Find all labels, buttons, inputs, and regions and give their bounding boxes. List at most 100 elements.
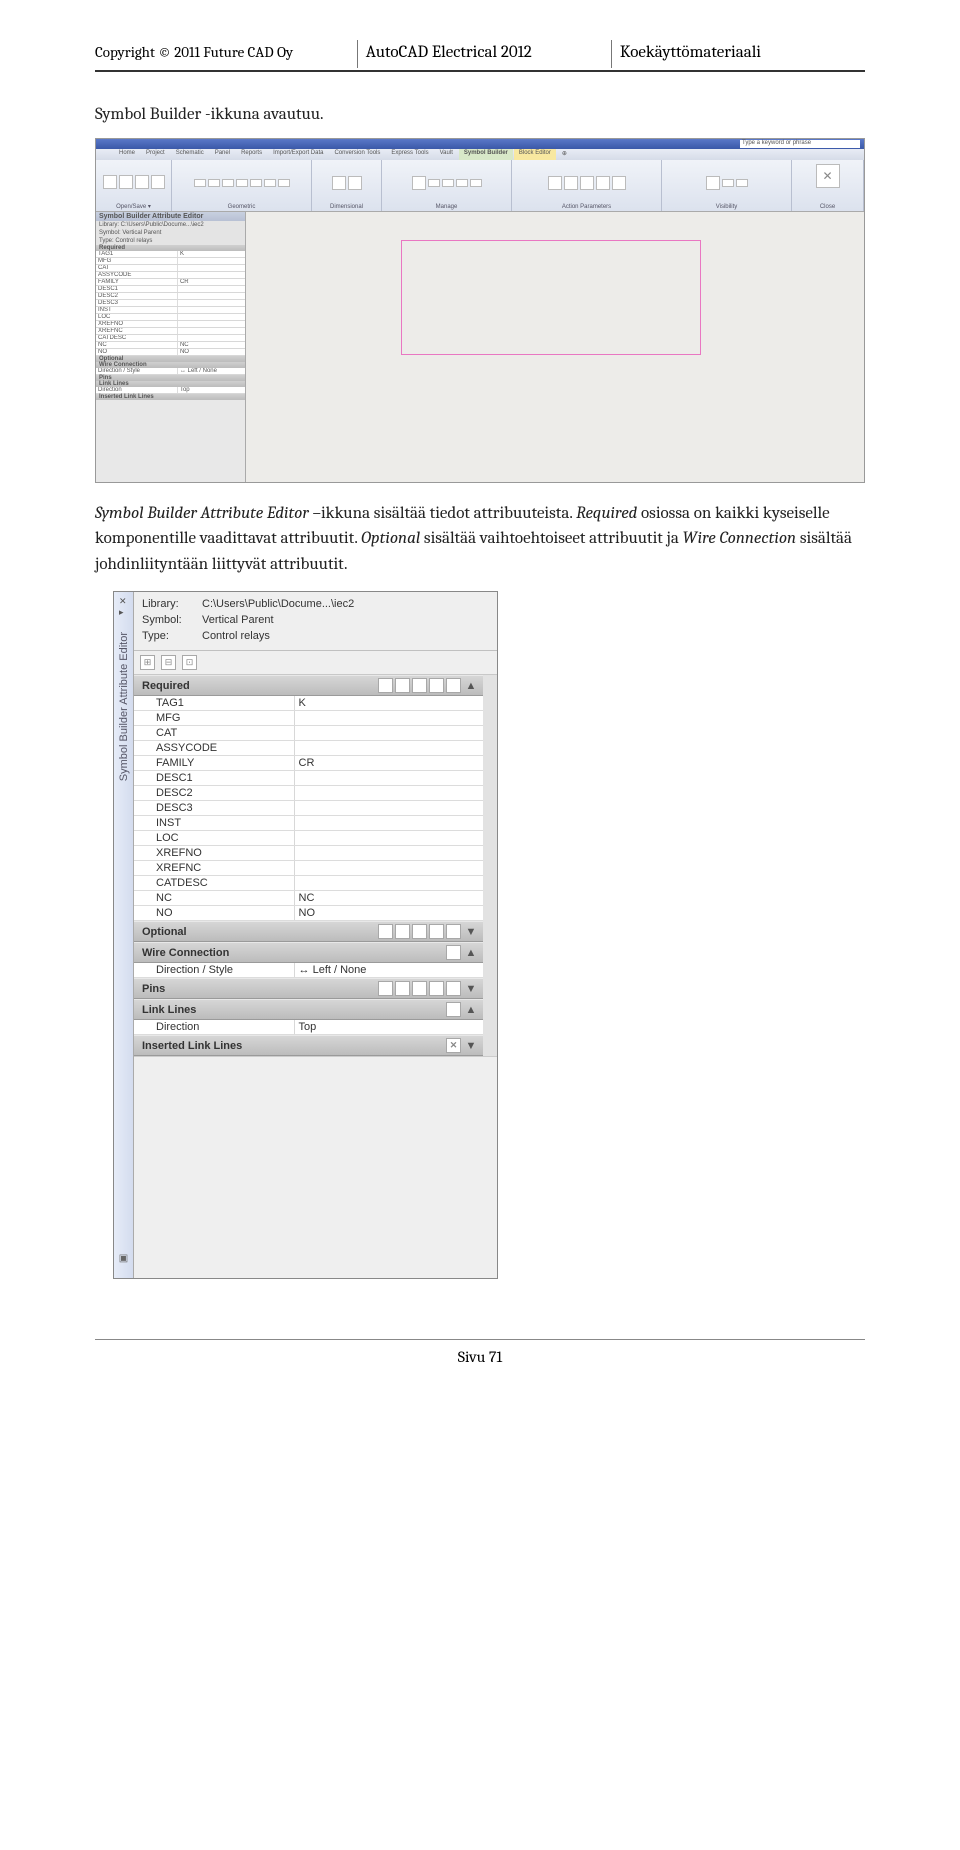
- toolbar-icon[interactable]: ⊡: [182, 655, 197, 670]
- tab-conversion[interactable]: Conversion Tools: [329, 149, 385, 160]
- ribbon-icon[interactable]: [348, 176, 362, 190]
- toolbar-icon[interactable]: ⊟: [161, 655, 176, 670]
- ribbon-tabs[interactable]: Home Project Schematic Panel Reports Imp…: [96, 149, 864, 160]
- palette-row[interactable]: NCNC: [96, 342, 245, 349]
- expand-arrow-icon[interactable]: ▼: [465, 926, 477, 938]
- attr-value[interactable]: [178, 272, 245, 278]
- close-icon[interactable]: ✕▸: [119, 596, 127, 618]
- attribute-row[interactable]: NONO: [134, 906, 483, 921]
- attribute-row[interactable]: DESC2: [134, 786, 483, 801]
- attr-value[interactable]: CR: [295, 756, 483, 770]
- attr-value[interactable]: [295, 846, 483, 860]
- section-tool-icon[interactable]: [429, 924, 444, 939]
- close-block-editor-icon[interactable]: ✕: [816, 164, 840, 188]
- section-tool-icon[interactable]: [446, 981, 461, 996]
- tab-home[interactable]: Home: [114, 149, 140, 160]
- attr-value[interactable]: K: [295, 696, 483, 710]
- attribute-row[interactable]: CATDESC: [134, 876, 483, 891]
- tab-overflow[interactable]: ⊕: [557, 149, 572, 160]
- drawing-canvas[interactable]: [246, 212, 864, 483]
- ribbon-icon[interactable]: [580, 176, 594, 190]
- palette-link-v[interactable]: Top: [178, 387, 245, 393]
- tab-project[interactable]: Project: [141, 149, 170, 160]
- collapse-arrow-icon[interactable]: ▲: [465, 680, 477, 692]
- attribute-row[interactable]: XREFNC: [134, 861, 483, 876]
- collapse-arrow-icon[interactable]: ▲: [465, 1004, 477, 1016]
- ribbon-icon[interactable]: [250, 179, 262, 187]
- palette-row[interactable]: TAG1K: [96, 251, 245, 258]
- section-link-lines[interactable]: Link Lines ▲: [134, 999, 483, 1020]
- palette-wire-v[interactable]: ↔ Left / None: [178, 368, 245, 374]
- attr-value[interactable]: [295, 816, 483, 830]
- attr-value[interactable]: [178, 335, 245, 341]
- ribbon-icon[interactable]: [412, 176, 426, 190]
- ribbon-icon[interactable]: [442, 179, 454, 187]
- section-tool-icon[interactable]: [429, 678, 444, 693]
- attribute-row[interactable]: DESC3: [134, 801, 483, 816]
- section-tool-icon[interactable]: [395, 924, 410, 939]
- section-pins[interactable]: Pins ▼: [134, 978, 483, 999]
- section-tool-icon[interactable]: [378, 981, 393, 996]
- link-direction-row[interactable]: Direction Top: [134, 1020, 483, 1035]
- attr-value[interactable]: [178, 300, 245, 306]
- attr-value[interactable]: [178, 293, 245, 299]
- ribbon-icon[interactable]: [428, 179, 440, 187]
- tab-block-editor[interactable]: Block Editor: [514, 149, 556, 160]
- palette-row[interactable]: XREFNO: [96, 321, 245, 328]
- ribbon-icon[interactable]: [222, 179, 234, 187]
- attr-value[interactable]: [295, 741, 483, 755]
- attr-value[interactable]: K: [178, 251, 245, 257]
- ribbon-icon[interactable]: [456, 179, 468, 187]
- toolbar-icon[interactable]: ⊞: [140, 655, 155, 670]
- attr-value[interactable]: NO: [178, 349, 245, 355]
- palette-row[interactable]: FAMILYCR: [96, 279, 245, 286]
- ribbon-icon[interactable]: [722, 179, 734, 187]
- ribbon-icon[interactable]: [135, 175, 149, 189]
- attribute-row[interactable]: DESC1: [134, 771, 483, 786]
- ribbon-icon[interactable]: [119, 175, 133, 189]
- palette-row[interactable]: DESC3: [96, 300, 245, 307]
- attr-value[interactable]: [178, 314, 245, 320]
- attribute-row[interactable]: TAG1K: [134, 696, 483, 711]
- attr-value[interactable]: NC: [295, 891, 483, 905]
- ribbon-icon[interactable]: [706, 176, 720, 190]
- attr-value[interactable]: [178, 265, 245, 271]
- section-tool-icon[interactable]: [412, 678, 427, 693]
- ribbon-icon[interactable]: [612, 176, 626, 190]
- section-tool-icon[interactable]: [412, 981, 427, 996]
- attribute-row[interactable]: MFG: [134, 711, 483, 726]
- attr-value[interactable]: [178, 258, 245, 264]
- ribbon-icon[interactable]: [103, 175, 117, 189]
- link-direction-value[interactable]: Top: [295, 1020, 483, 1034]
- section-tool-icon[interactable]: [446, 945, 461, 960]
- attr-value[interactable]: [295, 876, 483, 890]
- section-tool-icon[interactable]: [446, 678, 461, 693]
- expand-arrow-icon[interactable]: ▼: [465, 1040, 477, 1052]
- ribbon-icon[interactable]: [470, 179, 482, 187]
- tab-reports[interactable]: Reports: [236, 149, 267, 160]
- attr-value[interactable]: [295, 801, 483, 815]
- wire-direction-row[interactable]: Direction / Style ↔ Left / None: [134, 963, 483, 978]
- attr-value[interactable]: [295, 786, 483, 800]
- tab-vault[interactable]: Vault: [435, 149, 458, 160]
- attr-value[interactable]: [295, 861, 483, 875]
- attr-value[interactable]: [178, 307, 245, 313]
- attribute-row[interactable]: INST: [134, 816, 483, 831]
- tab-import-export[interactable]: Import/Export Data: [268, 149, 328, 160]
- attribute-row[interactable]: XREFNO: [134, 846, 483, 861]
- ribbon-icon[interactable]: [151, 175, 165, 189]
- section-tool-icon[interactable]: [378, 924, 393, 939]
- ribbon-icon[interactable]: [208, 179, 220, 187]
- section-required[interactable]: Required ▲: [134, 675, 483, 696]
- tab-panel[interactable]: Panel: [210, 149, 235, 160]
- attr-value[interactable]: [295, 726, 483, 740]
- attr-value[interactable]: NC: [178, 342, 245, 348]
- section-tool-icon[interactable]: [395, 678, 410, 693]
- attribute-row[interactable]: ASSYCODE: [134, 741, 483, 756]
- wire-direction-value[interactable]: ↔ Left / None: [295, 963, 483, 977]
- attr-value[interactable]: NO: [295, 906, 483, 920]
- attribute-row[interactable]: FAMILYCR: [134, 756, 483, 771]
- ribbon-icon[interactable]: [194, 179, 206, 187]
- attr-value[interactable]: [178, 321, 245, 327]
- delete-icon[interactable]: ✕: [446, 1038, 461, 1053]
